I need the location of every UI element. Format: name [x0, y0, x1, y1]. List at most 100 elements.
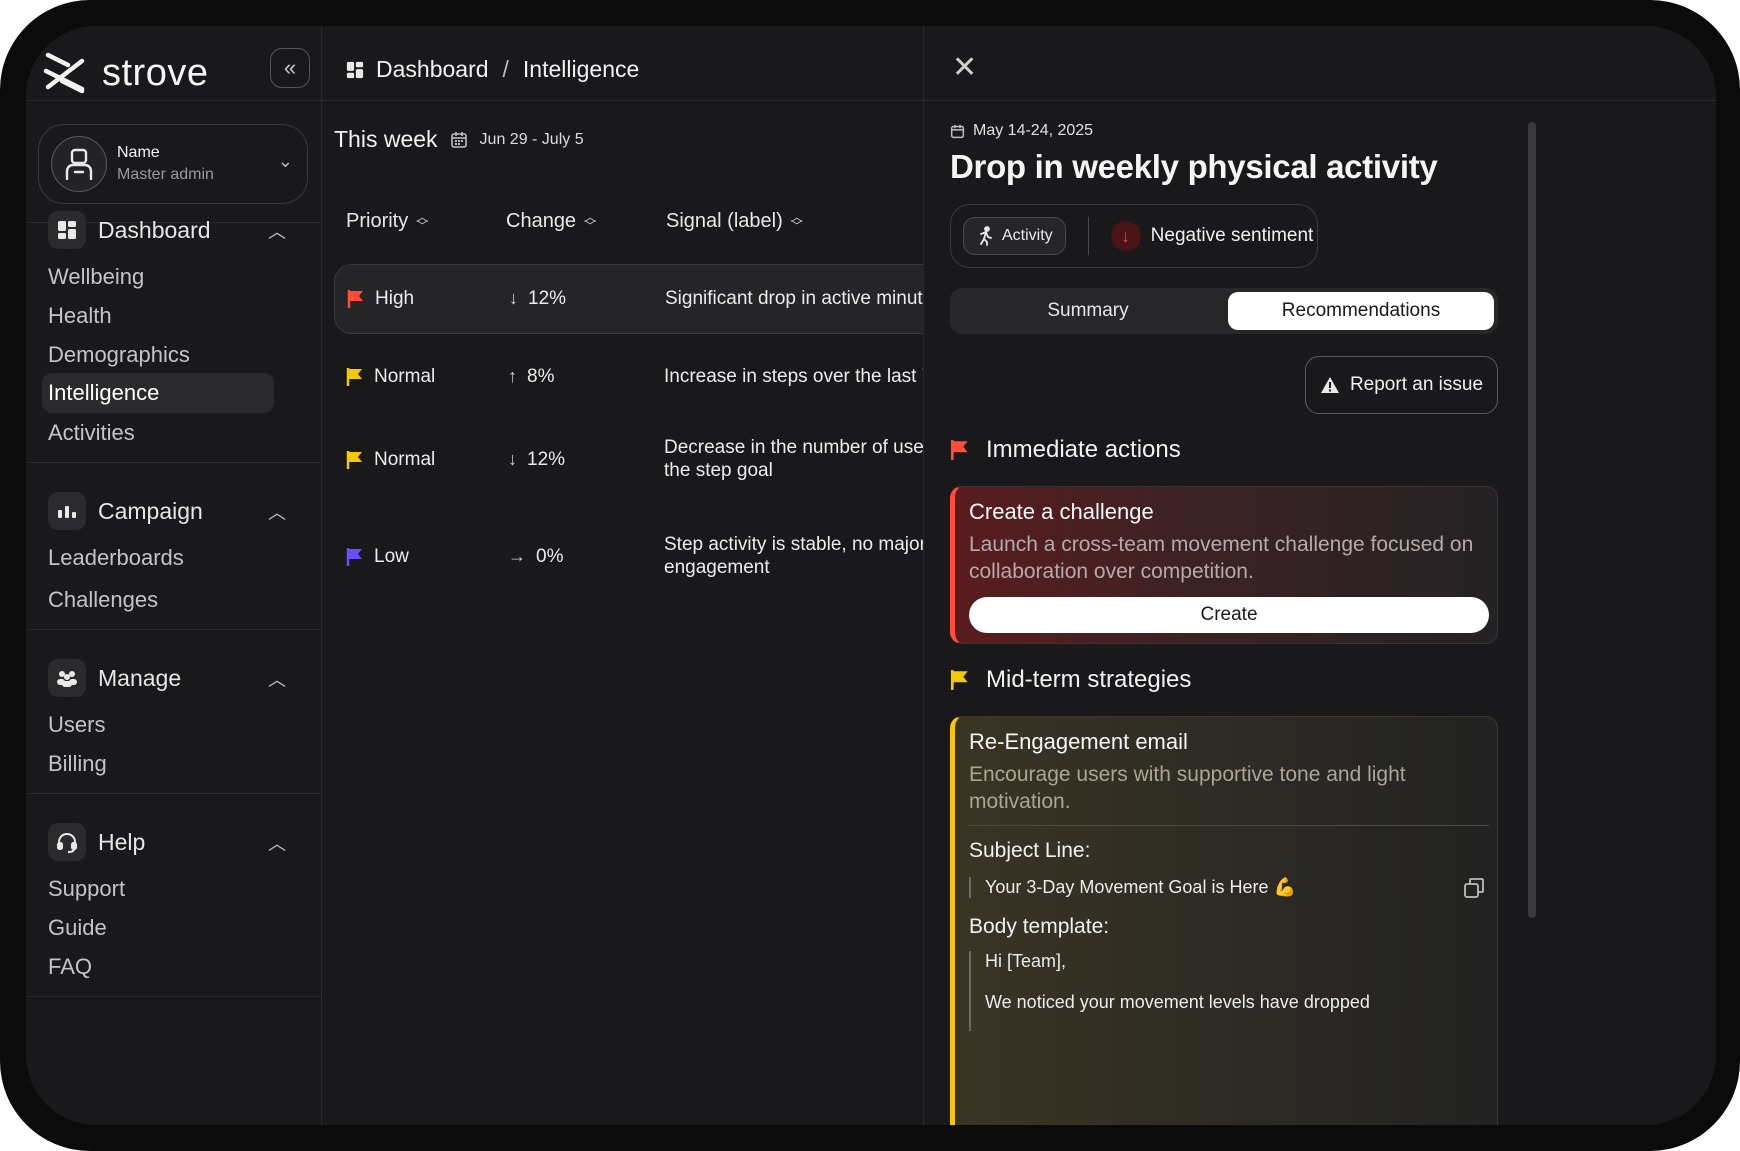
- nav-group-campaign[interactable]: Campaign: [48, 491, 203, 531]
- recommendation-card: Create a challenge Launch a cross-team m…: [950, 486, 1498, 644]
- tab-recommendations[interactable]: Recommendations: [1228, 292, 1494, 330]
- priority-cell: Normal: [346, 448, 435, 471]
- priority-cell: Low: [346, 545, 409, 568]
- divider: [969, 825, 1489, 826]
- signal-text: engagement: [664, 557, 770, 578]
- signal-cell: Increase in steps over the last 7 da: [664, 365, 966, 388]
- panel-scrollbar[interactable]: [1528, 122, 1536, 918]
- brand[interactable]: strove: [40, 44, 208, 102]
- divider: [924, 100, 1716, 101]
- user-name: Name: [117, 144, 160, 161]
- column-header-change[interactable]: Change ︿ ﹀: [506, 210, 596, 233]
- sidebar-item-activities[interactable]: Activities: [48, 420, 135, 446]
- recommendation-card: Re-Engagement email Encourage users with…: [950, 716, 1498, 1125]
- double-chevron-left-icon: «: [283, 55, 297, 80]
- change-cell: ↓ 12%: [508, 448, 565, 471]
- body-line: We noticed your movement levels have dro…: [985, 992, 1370, 1012]
- arrow-up-icon: ↑: [508, 366, 517, 386]
- user-switcher[interactable]: Name Master admin ⌄: [38, 124, 308, 204]
- close-icon[interactable]: ✕: [952, 50, 977, 85]
- body-label: Body template:: [969, 915, 1110, 938]
- table-row[interactable]: Low → 0% Step activity is stable, no maj…: [334, 523, 974, 613]
- signal-cell: Significant drop in active minutes: [665, 287, 943, 310]
- change-value: 0%: [536, 546, 564, 567]
- user-avatar-icon: [65, 148, 93, 181]
- chevron-up-icon[interactable]: ︿: [268, 830, 286, 856]
- sidebar-item-health[interactable]: Health: [48, 303, 112, 329]
- change-value: 12%: [528, 288, 567, 309]
- nav-group-help[interactable]: Help: [48, 822, 145, 862]
- column-header-priority[interactable]: Priority ︿ ﹀: [346, 210, 428, 233]
- subject-label: Subject Line:: [969, 839, 1091, 862]
- report-issue-button[interactable]: Report an issue: [1305, 356, 1498, 414]
- users-group-icon: [48, 659, 86, 697]
- sidebar-item-billing[interactable]: Billing: [48, 751, 107, 777]
- nav-group-dashboard[interactable]: Dashboard: [48, 210, 211, 250]
- mid-term-strategies-heading: Mid-term strategies: [950, 666, 1191, 694]
- week-selector[interactable]: This week Jun 29 - July 5: [334, 126, 584, 153]
- nav-group-manage[interactable]: Manage: [48, 658, 181, 698]
- chevron-up-icon[interactable]: ︿: [268, 218, 286, 244]
- section-heading: Immediate actions: [986, 436, 1181, 463]
- app-screen: strove « Name Master admin ⌄ Dashboard ︿…: [26, 26, 1716, 1125]
- chevron-up-icon[interactable]: ︿: [268, 499, 286, 525]
- activity-tag[interactable]: Activity: [963, 217, 1066, 255]
- table-row[interactable]: Normal ↑ 8% Increase in steps over the l…: [334, 341, 974, 411]
- create-challenge-button[interactable]: Create: [969, 597, 1489, 633]
- divider: [26, 793, 322, 794]
- sidebar-item-support[interactable]: Support: [48, 876, 125, 902]
- flag-icon: [950, 440, 968, 460]
- signal-text: Significant drop in active minutes: [665, 288, 943, 309]
- detail-panel: ✕ May 14-24, 2025 Drop in weekly physica…: [923, 26, 1716, 1125]
- table-row[interactable]: Normal ↓ 12% Decrease in the number of u…: [334, 426, 974, 516]
- week-title: This week: [334, 126, 438, 152]
- priority-label: Low: [374, 546, 409, 567]
- panel-date-text: May 14-24, 2025: [973, 122, 1094, 139]
- avatar: [51, 136, 107, 192]
- panel-title: Drop in weekly physical activity: [950, 148, 1438, 185]
- calendar-icon: [450, 131, 467, 148]
- divider: [26, 100, 322, 101]
- immediate-actions-heading: Immediate actions: [950, 436, 1181, 464]
- sort-icon: ︿ ﹀: [790, 209, 803, 233]
- sidebar-item-intelligence[interactable]: Intelligence: [42, 373, 274, 413]
- sidebar-item-faq[interactable]: FAQ: [48, 954, 92, 980]
- brand-name: strove: [102, 51, 209, 94]
- sidebar-item-wellbeing[interactable]: Wellbeing: [48, 264, 144, 290]
- collapse-sidebar-button[interactable]: «: [270, 48, 310, 88]
- column-header-signal[interactable]: Signal (label) ︿ ﹀: [666, 210, 803, 233]
- tab-summary[interactable]: Summary: [954, 292, 1222, 330]
- signal-cell: Decrease in the number of users r the st…: [664, 436, 966, 482]
- sidebar-item-guide[interactable]: Guide: [48, 915, 107, 941]
- chevron-up-icon[interactable]: ︿: [268, 666, 286, 692]
- arrow-down-icon: ↓: [508, 449, 517, 469]
- change-value: 8%: [527, 366, 555, 387]
- sentiment-badge: ↓ Negative sentiment: [1110, 221, 1313, 251]
- nav-group-label: Manage: [98, 664, 182, 691]
- arrow-down-icon: ↓: [1110, 221, 1141, 251]
- sidebar-item-challenges[interactable]: Challenges: [48, 587, 158, 613]
- campaign-bars-icon: [48, 492, 86, 530]
- subject-text: Your 3-Day Movement Goal is Here 💪: [969, 877, 1296, 898]
- priority-cell: Normal: [346, 365, 435, 388]
- breadcrumb-root[interactable]: Dashboard: [376, 56, 489, 83]
- flag-icon: [950, 670, 968, 690]
- sidebar-item-demographics[interactable]: Demographics: [48, 342, 190, 368]
- table-row[interactable]: High ↓ 12% Significant drop in active mi…: [334, 264, 974, 334]
- nav-group-label: Campaign: [98, 497, 203, 524]
- user-role: Master admin: [117, 166, 214, 183]
- flag-icon: [347, 289, 363, 308]
- dashboard-grid-icon: [346, 61, 364, 78]
- arrow-down-icon: ↓: [509, 288, 518, 308]
- calendar-icon: [950, 124, 965, 138]
- sidebar-item-users[interactable]: Users: [48, 712, 105, 738]
- main-content: Dashboard / Intelligence This week Jun 2…: [322, 26, 1716, 1125]
- column-header-label: Change: [506, 210, 577, 232]
- headset-icon: [48, 823, 86, 861]
- signal-text: Step activity is stable, no major sh: [664, 534, 952, 555]
- sidebar-item-leaderboards[interactable]: Leaderboards: [48, 545, 184, 571]
- panel-tabs: Summary Recommendations: [950, 288, 1498, 334]
- copy-icon[interactable]: [1463, 877, 1485, 899]
- priority-label: Normal: [374, 366, 436, 387]
- chevron-down-icon: ⌄: [277, 151, 293, 171]
